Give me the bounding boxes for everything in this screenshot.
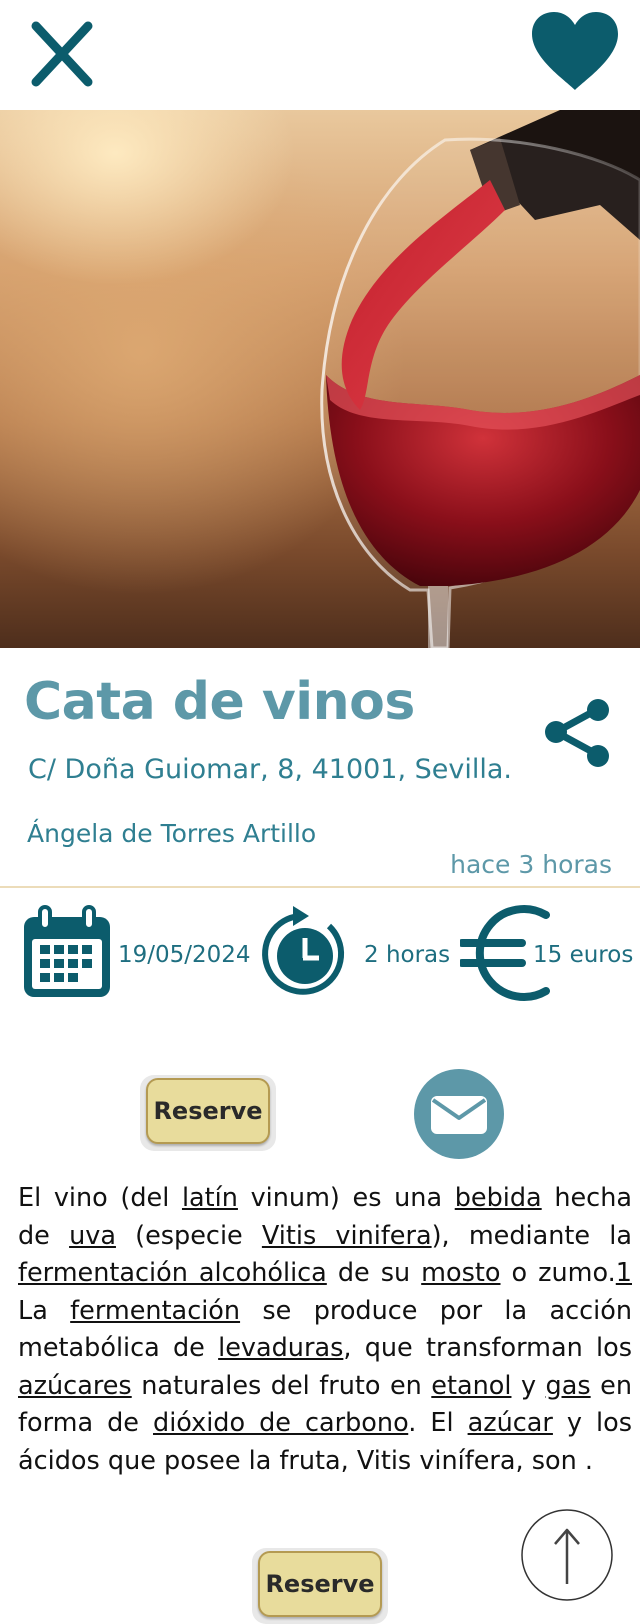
divider <box>0 886 640 888</box>
description-text: de su <box>326 1258 422 1288</box>
event-address: C/ Doña Guiomar, 8, 41001, Sevilla. <box>28 754 513 785</box>
description-link[interactable]: etanol <box>431 1371 511 1401</box>
calendar-icon <box>20 905 114 1001</box>
description-link[interactable]: azúcares <box>18 1371 132 1401</box>
description-text: . El <box>408 1408 468 1438</box>
description-link[interactable]: fermentación <box>70 1296 240 1326</box>
event-date: 19/05/2024 <box>118 942 251 968</box>
description-link[interactable]: fermentación alcohólica <box>18 1258 327 1288</box>
description-link[interactable]: bebida <box>455 1183 542 1213</box>
description-link[interactable]: Vitis vinifera <box>262 1221 432 1251</box>
share-icon <box>545 699 609 767</box>
close-x-icon <box>31 21 93 87</box>
description-text: y <box>511 1370 546 1401</box>
share-button[interactable] <box>542 698 612 768</box>
clock-icon <box>259 902 351 998</box>
event-price: 15 euros <box>533 942 634 968</box>
contact-mail-button[interactable] <box>413 1068 505 1160</box>
event-duration: 2 horas <box>364 942 451 968</box>
heart-icon <box>532 12 618 90</box>
description-link[interactable]: 1 <box>616 1258 632 1288</box>
description-link[interactable]: latín <box>182 1183 238 1213</box>
reserve-button-wrapper: Reserve <box>140 1075 276 1151</box>
description-text: La <box>18 1295 71 1326</box>
event-organizer: Ángela de Torres Artillo <box>27 819 317 848</box>
description-text: , que transforman los <box>343 1333 633 1363</box>
arrow-up-icon <box>521 1509 613 1601</box>
reserve-button-bottom[interactable]: Reserve <box>258 1551 382 1617</box>
description-text: El vino (del <box>18 1183 182 1213</box>
event-photo <box>0 110 640 648</box>
envelope-icon <box>414 1069 504 1159</box>
scroll-to-top-button[interactable] <box>520 1508 614 1602</box>
description-link[interactable]: gas <box>546 1371 591 1401</box>
description-text: (especie <box>115 1220 262 1251</box>
close-button[interactable] <box>26 18 98 90</box>
posted-time: hace 3 horas <box>450 850 612 879</box>
description-text: vinum) es una <box>237 1183 455 1213</box>
wine-pour-illustration <box>320 110 640 648</box>
event-description: El vino (del latín vinum) es una bebida … <box>18 1180 632 1480</box>
favorite-button[interactable] <box>530 10 620 92</box>
description-link[interactable]: mosto <box>421 1258 500 1288</box>
reserve-button[interactable]: Reserve <box>146 1078 270 1144</box>
description-text: o zumo. <box>500 1258 616 1288</box>
reserve-button-bottom-wrapper: Reserve <box>252 1548 388 1624</box>
description-text: ), mediante la <box>431 1220 632 1251</box>
description-link[interactable]: azúcar <box>468 1408 553 1438</box>
description-link[interactable]: levaduras <box>218 1333 343 1363</box>
description-link[interactable]: uva <box>69 1221 116 1251</box>
description-link[interactable]: dióxido de carbono <box>153 1408 408 1438</box>
description-text: naturales del fruto en <box>131 1370 432 1401</box>
event-title: Cata de vinos <box>24 672 415 732</box>
